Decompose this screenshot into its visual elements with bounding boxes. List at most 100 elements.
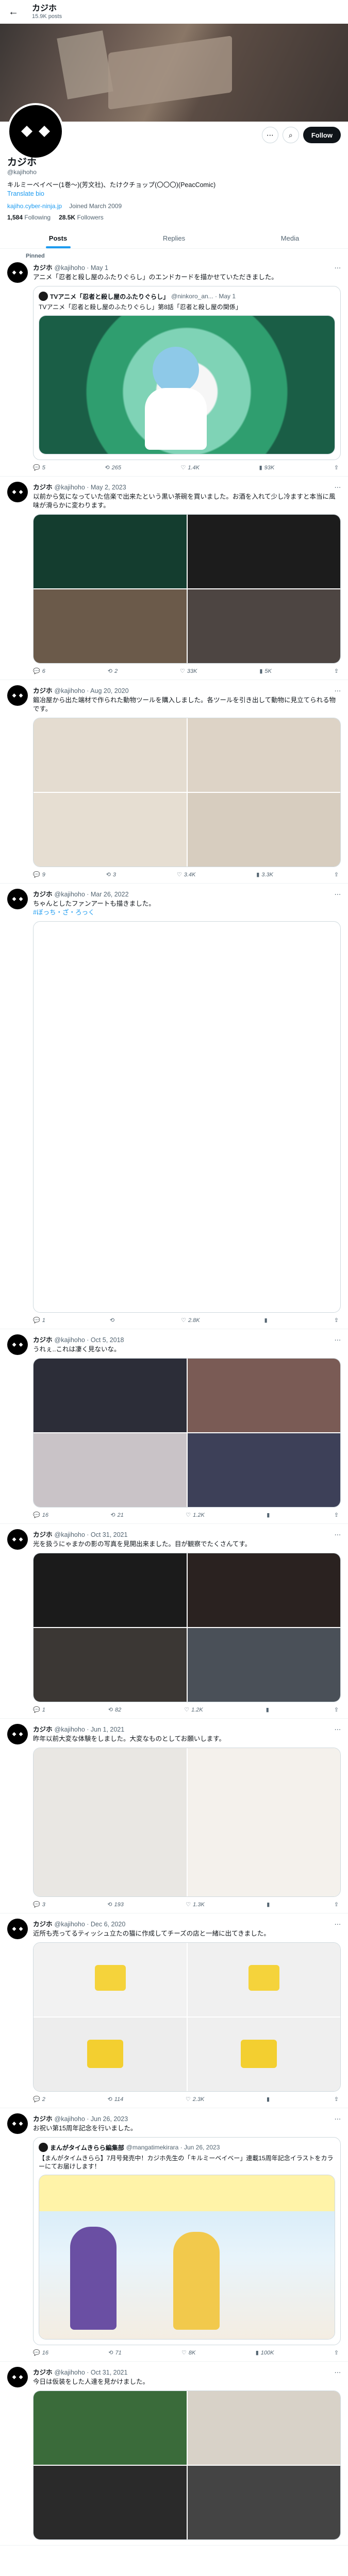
tweet[interactable]: カジホ @kajihoho · Oct 5, 2018 ⋯ うれぇ..これは凄く見な… [0,1329,348,1524]
more-icon[interactable]: ⋯ [335,687,341,694]
photo-grid[interactable] [33,718,341,867]
more-icon[interactable]: ⋯ [335,890,341,898]
profile-banner[interactable] [0,24,348,122]
more-icon[interactable]: ⋯ [335,264,341,272]
views-count[interactable]: ▮ [267,1901,272,1908]
tweet[interactable]: カジホ @kajihoho · May 2, 2023 ⋯ 以前から気になっていた信… [0,477,348,680]
tweet[interactable]: カジホ @kajihoho · Oct 31, 2021 ⋯ 今日は仮装をした人達を… [0,2362,348,2546]
quoted-tweet[interactable]: TVアニメ「忍者と殺し屋のふたりぐらし」 @ninkoro_an... · May… [33,286,341,460]
like-button[interactable]: ♡ 8K [181,2349,195,2357]
tweet[interactable]: カジホ @kajihoho · Jun 26, 2023 ⋯ お祝い第15周年記念を… [0,2108,348,2362]
retweet-button[interactable]: ⟲ 71 [108,2349,121,2357]
like-button[interactable]: ♡ 3.4K [177,871,196,878]
following-stat[interactable]: 1,584 Following [7,214,51,221]
avatar[interactable] [7,262,28,283]
tweet[interactable]: カジホ @kajihoho · Dec 6, 2020 ⋯ 近所も売ってるティッシュ… [0,1913,348,2108]
photo-grid[interactable] [33,514,341,664]
views-count[interactable]: ▮ [267,2096,272,2103]
followers-stat[interactable]: 28.5K Followers [59,214,104,221]
avatar[interactable] [7,889,28,909]
more-icon[interactable]: ⋯ [335,1920,341,1928]
avatar[interactable] [7,482,28,502]
share-icon[interactable]: ⇪ [334,1901,339,1908]
like-button[interactable]: ♡ 1.4K [181,464,200,471]
share-icon[interactable]: ⇪ [334,668,339,674]
views-count[interactable]: ▮ [267,1512,272,1518]
share-icon[interactable]: ⇪ [334,871,339,878]
share-icon[interactable]: ⇪ [334,464,339,471]
anniversary-illustration[interactable] [39,2175,335,2340]
photo-grid[interactable] [33,1942,341,2092]
tab-media[interactable]: Media [232,227,348,248]
tweet[interactable]: カジホ @kajihoho · Jun 1, 2021 ⋯ 昨年以前大変な体験をしま… [0,1719,348,1913]
like-button[interactable]: ♡ 33K [180,668,197,675]
more-options-button[interactable]: ⋯ [261,127,278,143]
more-icon[interactable]: ⋯ [335,1725,341,1733]
fan-art-image[interactable] [33,921,341,1313]
reply-button[interactable]: 💬 2 [33,2096,45,2103]
avatar[interactable] [7,2367,28,2387]
views-count[interactable]: ▮ [264,1317,270,1324]
like-button[interactable]: ♡ 1.2K [184,1706,203,1714]
more-icon[interactable]: ⋯ [335,1531,341,1538]
photo-grid[interactable] [33,2391,341,2540]
retweet-button[interactable]: ⟲ 265 [105,464,121,471]
reply-button[interactable]: 💬 1 [33,1317,45,1324]
share-icon[interactable]: ⇪ [334,1706,339,1713]
reply-button[interactable]: 💬 9 [33,871,45,878]
views-count[interactable]: ▮ 100K [256,2349,274,2357]
pinned-tweet[interactable]: Pinned カジホ @kajihoho · May 1 ⋯ アニメ「忍者と殺し屋の… [0,249,348,477]
website-link[interactable]: kajiho.cyber-ninja.jp [7,202,62,210]
retweet-button[interactable]: ⟲ 82 [108,1706,121,1714]
retweet-button[interactable]: ⟲ [110,1317,117,1324]
back-arrow-icon[interactable]: ← [6,6,21,18]
reply-button[interactable]: 💬 16 [33,1512,48,1519]
reply-button[interactable]: 💬 1 [33,1706,45,1714]
retweet-button[interactable]: ⟲ 114 [107,2096,123,2103]
share-icon[interactable]: ⇪ [334,1317,339,1324]
more-icon[interactable]: ⋯ [335,2115,341,2123]
tweet[interactable]: カジホ @kajihoho · Aug 20, 2020 ⋯ 鍛冶屋から出た端材で作… [0,680,348,884]
like-button[interactable]: ♡ 2.8K [181,1317,200,1324]
more-icon[interactable]: ⋯ [335,1336,341,1344]
like-button[interactable]: ♡ 1.3K [186,1901,205,1908]
photo-grid[interactable] [33,1358,341,1507]
more-icon[interactable]: ⋯ [335,483,341,491]
reply-button[interactable]: 💬 5 [33,464,45,471]
anime-illustration[interactable] [39,315,335,454]
like-button[interactable]: ♡ 1.2K [186,1512,205,1519]
tab-posts[interactable]: Posts [0,227,116,248]
reply-button[interactable]: 💬 3 [33,1901,45,1908]
retweet-button[interactable]: ⟲ 2 [108,668,118,675]
tweet[interactable]: カジホ @kajihoho · Oct 31, 2021 ⋯ 光を扱うにゃまかの影の… [0,1524,348,1719]
share-icon[interactable]: ⇪ [334,1512,339,1518]
photo-grid[interactable] [33,1748,341,1897]
views-count[interactable]: ▮ 5K [259,668,272,675]
share-icon[interactable]: ⇪ [334,2096,339,2103]
more-icon[interactable]: ⋯ [335,2368,341,2376]
avatar[interactable] [7,1724,28,1744]
hashtag-link[interactable]: #ぼっち・ざ・ろっく [33,909,94,916]
reply-button[interactable]: 💬 6 [33,668,45,675]
follow-button[interactable]: Follow [303,127,341,143]
retweet-button[interactable]: ⟲ 193 [107,1901,124,1908]
like-button[interactable]: ♡ 2.3K [186,2096,205,2103]
retweet-button[interactable]: ⟲ 3 [106,871,116,878]
views-count[interactable]: ▮ 3.3K [256,871,273,878]
avatar[interactable] [7,2113,28,2134]
tab-replies[interactable]: Replies [116,227,232,248]
avatar[interactable] [7,1919,28,1939]
share-icon[interactable]: ⇪ [334,2349,339,2356]
avatar[interactable] [7,1529,28,1550]
translate-bio-link[interactable]: Translate bio [7,190,341,198]
search-icon[interactable]: ⌕ [282,127,299,143]
quoted-tweet[interactable]: まんがタイムきらら編集部 @mangatimekirara · Jun 26, 2… [33,2137,341,2345]
views-count[interactable]: ▮ 93K [259,464,275,471]
photo-grid[interactable] [33,1553,341,1702]
views-count[interactable]: ▮ [266,1706,271,1713]
avatar[interactable] [7,1334,28,1355]
reply-button[interactable]: 💬 16 [33,2349,48,2357]
avatar[interactable] [7,685,28,706]
tweet[interactable]: カジホ @kajihoho · Mar 26, 2022 ⋯ ちゃんとしたファンアー… [0,884,348,1329]
retweet-button[interactable]: ⟲ 21 [110,1512,123,1519]
